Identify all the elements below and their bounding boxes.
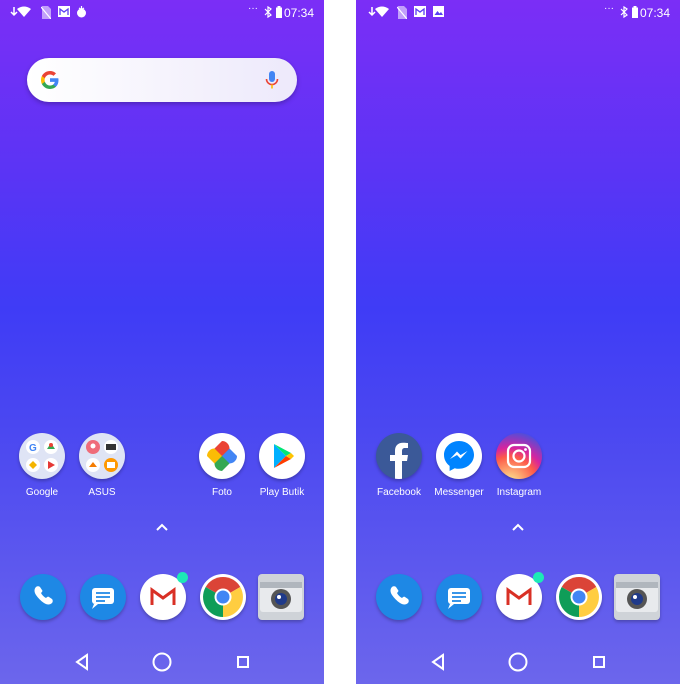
google-search-bar[interactable] xyxy=(27,58,297,102)
messenger-icon[interactable] xyxy=(436,433,482,479)
asus-folder-icon[interactable] xyxy=(79,433,125,479)
home-screen-left: ··· 07:34 G Google ASUS Foto Play Butik xyxy=(0,0,324,684)
status-bar: ··· 07:34 xyxy=(0,0,324,26)
bluetooth-icon xyxy=(264,6,272,18)
google-folder[interactable]: G Google xyxy=(10,433,74,498)
notification-dot xyxy=(177,572,188,583)
app-label: Messenger xyxy=(434,487,484,498)
messenger-app[interactable]: Messenger xyxy=(427,433,491,498)
tomato-icon xyxy=(77,6,86,18)
asus-folder[interactable]: ASUS xyxy=(70,433,134,498)
app-drawer-arrow-icon[interactable] xyxy=(155,522,169,532)
no-sim-icon xyxy=(397,6,407,19)
phone-icon[interactable] xyxy=(376,574,422,620)
app-label: Facebook xyxy=(377,487,421,498)
home-screen-right: ··· 07:34 Facebook Messenger Instagram xyxy=(356,0,680,684)
play-store-app[interactable]: Play Butik xyxy=(250,433,314,498)
notification-dot xyxy=(533,572,544,583)
home-icon[interactable] xyxy=(506,650,530,674)
app-label: Play Butik xyxy=(259,487,305,498)
more-dots-icon: ··· xyxy=(248,3,258,14)
recents-icon[interactable] xyxy=(231,650,255,674)
svg-text:G: G xyxy=(29,443,37,454)
gmail-icon[interactable] xyxy=(496,572,544,620)
google-photos-app[interactable]: Foto xyxy=(190,433,254,498)
app-label: Instagram xyxy=(496,487,542,498)
recents-icon[interactable] xyxy=(587,650,611,674)
messages-icon[interactable] xyxy=(80,574,126,620)
wifi-icon xyxy=(375,6,389,17)
back-icon[interactable] xyxy=(426,650,450,674)
status-bar: ··· 07:34 xyxy=(356,0,680,26)
home-icon[interactable] xyxy=(150,650,174,674)
google-photos-icon[interactable] xyxy=(199,433,245,479)
battery-icon xyxy=(276,6,282,18)
gmail-notification-icon xyxy=(414,6,426,17)
instagram-icon[interactable] xyxy=(496,433,542,479)
app-drawer-arrow-icon[interactable] xyxy=(511,522,525,532)
facebook-app[interactable]: Facebook xyxy=(367,433,431,498)
google-folder-icon[interactable]: G xyxy=(19,433,65,479)
clock: 07:34 xyxy=(639,6,670,20)
bluetooth-icon xyxy=(620,6,628,18)
chrome-icon[interactable] xyxy=(200,574,246,620)
play-store-icon[interactable] xyxy=(259,433,305,479)
clock: 07:34 xyxy=(283,6,314,20)
app-label: ASUS xyxy=(88,487,116,498)
battery-icon xyxy=(632,6,638,18)
back-icon[interactable] xyxy=(70,650,94,674)
image-notification-icon xyxy=(433,6,444,17)
app-label: Foto xyxy=(211,487,232,498)
wifi-icon xyxy=(17,6,31,17)
microphone-icon[interactable] xyxy=(265,70,279,90)
camera-icon[interactable] xyxy=(258,574,304,620)
more-dots-icon: ··· xyxy=(604,3,614,14)
google-g-icon[interactable] xyxy=(40,70,60,90)
camera-icon[interactable] xyxy=(614,574,660,620)
no-sim-icon xyxy=(41,6,51,19)
facebook-icon[interactable] xyxy=(376,433,422,479)
gmail-notification-icon xyxy=(58,6,70,17)
messages-icon[interactable] xyxy=(436,574,482,620)
chrome-icon[interactable] xyxy=(556,574,602,620)
instagram-app[interactable]: Instagram xyxy=(487,433,551,498)
app-label: Google xyxy=(25,487,59,498)
phone-icon[interactable] xyxy=(20,574,66,620)
gmail-icon[interactable] xyxy=(140,572,188,620)
